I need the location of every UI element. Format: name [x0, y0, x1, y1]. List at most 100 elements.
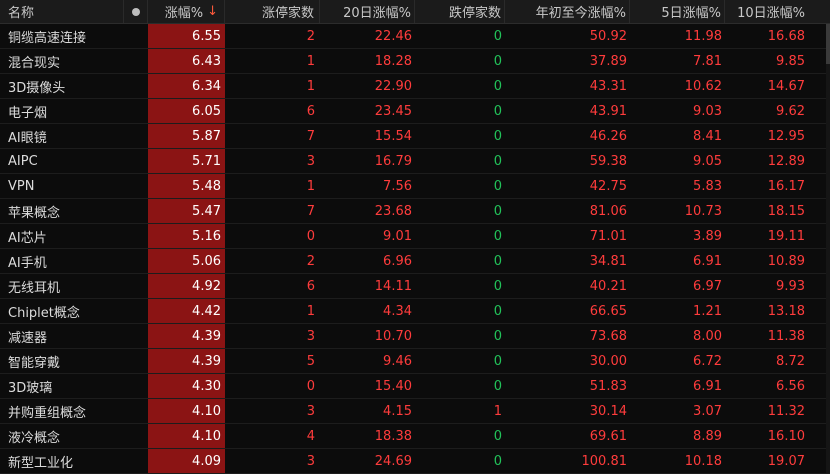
- cell-5d-change: 6.91: [693, 378, 722, 394]
- cell-ytd-change: 30.00: [589, 353, 627, 369]
- table-row[interactable]: AI眼镜 5.87 7 15.54 0 46.26 8.41 12.95: [0, 124, 830, 149]
- sector-table: 名称 涨幅% ↓ 涨停家数 20日涨幅% 跌停家数 年初至今涨幅% 5日涨幅% …: [0, 0, 830, 474]
- cell-limit-down: 0: [493, 428, 502, 444]
- cell-limit-down: 0: [493, 153, 502, 169]
- table-row[interactable]: AIPC 5.71 3 16.79 0 59.38 9.05 12.89: [0, 149, 830, 174]
- cell-limit-down: 0: [493, 253, 502, 269]
- cell-20d-change: 15.40: [374, 378, 412, 394]
- table-row[interactable]: 3D玻璃 4.30 0 15.40 0 51.83 6.91 6.56: [0, 374, 830, 399]
- column-header-marker[interactable]: [124, 0, 148, 23]
- table-row[interactable]: 并购重组概念 4.10 3 4.15 1 30.14 3.07 11.32: [0, 399, 830, 424]
- cell-name: AIPC: [8, 153, 38, 169]
- cell-name: 新型工业化: [8, 455, 74, 471]
- cell-ytd-change: 37.89: [589, 53, 627, 69]
- cell-limit-down: 0: [493, 378, 502, 394]
- table-row[interactable]: 减速器 4.39 3 10.70 0 73.68 8.00 11.38: [0, 324, 830, 349]
- column-header-5d-change[interactable]: 5日涨幅%: [630, 0, 725, 23]
- cell-10d-change: 14.67: [767, 78, 805, 94]
- cell-change-pct: 5.87: [148, 124, 225, 148]
- cell-5d-change: 8.41: [693, 128, 722, 144]
- cell-name: 铜缆高速连接: [8, 30, 87, 46]
- cell-5d-change: 10.62: [684, 78, 722, 94]
- table-row[interactable]: 新型工业化 4.09 3 24.69 0 100.81 10.18 19.07: [0, 449, 830, 474]
- table-row[interactable]: AI手机 5.06 2 6.96 0 34.81 6.91 10.89: [0, 249, 830, 274]
- cell-ytd-change: 100.81: [581, 453, 628, 469]
- cell-5d-change: 9.05: [693, 153, 722, 169]
- cell-change-pct: 4.39: [148, 349, 225, 373]
- cell-10d-change: 9.93: [776, 278, 805, 294]
- cell-ytd-change: 34.81: [589, 253, 627, 269]
- cell-change-pct: 4.39: [148, 324, 225, 348]
- cell-change-pct: 6.34: [148, 74, 225, 98]
- cell-limit-up: 4: [306, 428, 315, 444]
- cell-ytd-change: 73.68: [589, 328, 627, 344]
- cell-20d-change: 9.46: [383, 353, 412, 369]
- column-header-limit-up[interactable]: 涨停家数: [225, 0, 320, 23]
- table-row[interactable]: 铜缆高速连接 6.55 2 22.46 0 50.92 11.98 16.68: [0, 24, 830, 49]
- cell-5d-change: 8.89: [693, 428, 722, 444]
- cell-10d-change: 13.18: [767, 303, 805, 319]
- cell-marker: [124, 424, 148, 448]
- cell-10d-change: 18.15: [767, 203, 805, 219]
- cell-20d-change: 7.56: [383, 178, 412, 194]
- cell-ytd-change: 50.92: [589, 28, 627, 44]
- cell-ytd-change: 30.14: [589, 403, 627, 419]
- cell-10d-change: 16.68: [767, 28, 805, 44]
- table-row[interactable]: 智能穿戴 4.39 5 9.46 0 30.00 6.72 8.72: [0, 349, 830, 374]
- cell-marker: [124, 99, 148, 123]
- column-header-change-pct[interactable]: 涨幅% ↓: [148, 0, 225, 23]
- cell-name: 3D摄像头: [8, 80, 66, 96]
- cell-name: 电子烟: [8, 105, 48, 121]
- cell-limit-down: 0: [493, 328, 502, 344]
- cell-marker: [124, 374, 148, 398]
- table-row[interactable]: VPN 5.48 1 7.56 0 42.75 5.83 16.17: [0, 174, 830, 199]
- table-row[interactable]: 苹果概念 5.47 7 23.68 0 81.06 10.73 18.15: [0, 199, 830, 224]
- cell-20d-change: 15.54: [374, 128, 412, 144]
- cell-change-pct: 5.16: [148, 224, 225, 248]
- column-header-20d-change[interactable]: 20日涨幅%: [320, 0, 415, 23]
- cell-5d-change: 10.73: [684, 203, 722, 219]
- cell-change-pct: 6.05: [148, 99, 225, 123]
- cell-marker: [124, 149, 148, 173]
- cell-5d-change: 6.97: [693, 278, 722, 294]
- cell-10d-change: 8.72: [776, 353, 805, 369]
- table-row[interactable]: 液冷概念 4.10 4 18.38 0 69.61 8.89 16.10: [0, 424, 830, 449]
- table-row[interactable]: AI芯片 5.16 0 9.01 0 71.01 3.89 19.11: [0, 224, 830, 249]
- cell-ytd-change: 69.61: [589, 428, 627, 444]
- cell-marker: [124, 24, 148, 48]
- table-row[interactable]: Chiplet概念 4.42 1 4.34 0 66.65 1.21 13.18: [0, 299, 830, 324]
- cell-5d-change: 6.91: [693, 253, 722, 269]
- column-header-10d-change[interactable]: 10日涨幅%: [725, 0, 830, 23]
- cell-5d-change: 5.83: [693, 178, 722, 194]
- column-header-ytd-change[interactable]: 年初至今涨幅%: [505, 0, 630, 23]
- table-row[interactable]: 混合现实 6.43 1 18.28 0 37.89 7.81 9.85: [0, 49, 830, 74]
- cell-name: AI手机: [8, 255, 47, 271]
- cell-20d-change: 4.15: [383, 403, 412, 419]
- cell-name: 液冷概念: [8, 430, 61, 446]
- cell-5d-change: 8.00: [693, 328, 722, 344]
- cell-20d-change: 9.01: [383, 228, 412, 244]
- cell-change-pct: 5.06: [148, 249, 225, 273]
- table-row[interactable]: 电子烟 6.05 6 23.45 0 43.91 9.03 9.62: [0, 99, 830, 124]
- scrollbar-thumb[interactable]: [826, 24, 830, 64]
- cell-5d-change: 9.03: [693, 103, 722, 119]
- column-header-limit-down[interactable]: 跌停家数: [415, 0, 505, 23]
- table-header: 名称 涨幅% ↓ 涨停家数 20日涨幅% 跌停家数 年初至今涨幅% 5日涨幅% …: [0, 0, 830, 24]
- cell-change-pct: 4.42: [148, 299, 225, 323]
- cell-name: AI眼镜: [8, 130, 47, 146]
- table-row[interactable]: 3D摄像头 6.34 1 22.90 0 43.31 10.62 14.67: [0, 74, 830, 99]
- table-body: 铜缆高速连接 6.55 2 22.46 0 50.92 11.98 16.68 混合现实 6.43…: [0, 24, 830, 474]
- table-row[interactable]: 无线耳机 4.92 6 14.11 0 40.21 6.97 9.93: [0, 274, 830, 299]
- cell-change-pct: 4.10: [148, 399, 225, 423]
- cell-name: 智能穿戴: [8, 355, 61, 371]
- vertical-scrollbar[interactable]: [826, 24, 830, 473]
- cell-limit-up: 3: [306, 403, 315, 419]
- column-header-name[interactable]: 名称: [0, 0, 124, 23]
- cell-change-pct: 4.30: [148, 374, 225, 398]
- cell-ytd-change: 66.65: [589, 303, 627, 319]
- cell-limit-up: 3: [306, 328, 315, 344]
- cell-limit-up: 1: [306, 178, 315, 194]
- cell-20d-change: 6.96: [383, 253, 412, 269]
- cell-name: 混合现实: [8, 55, 61, 71]
- cell-marker: [124, 349, 148, 373]
